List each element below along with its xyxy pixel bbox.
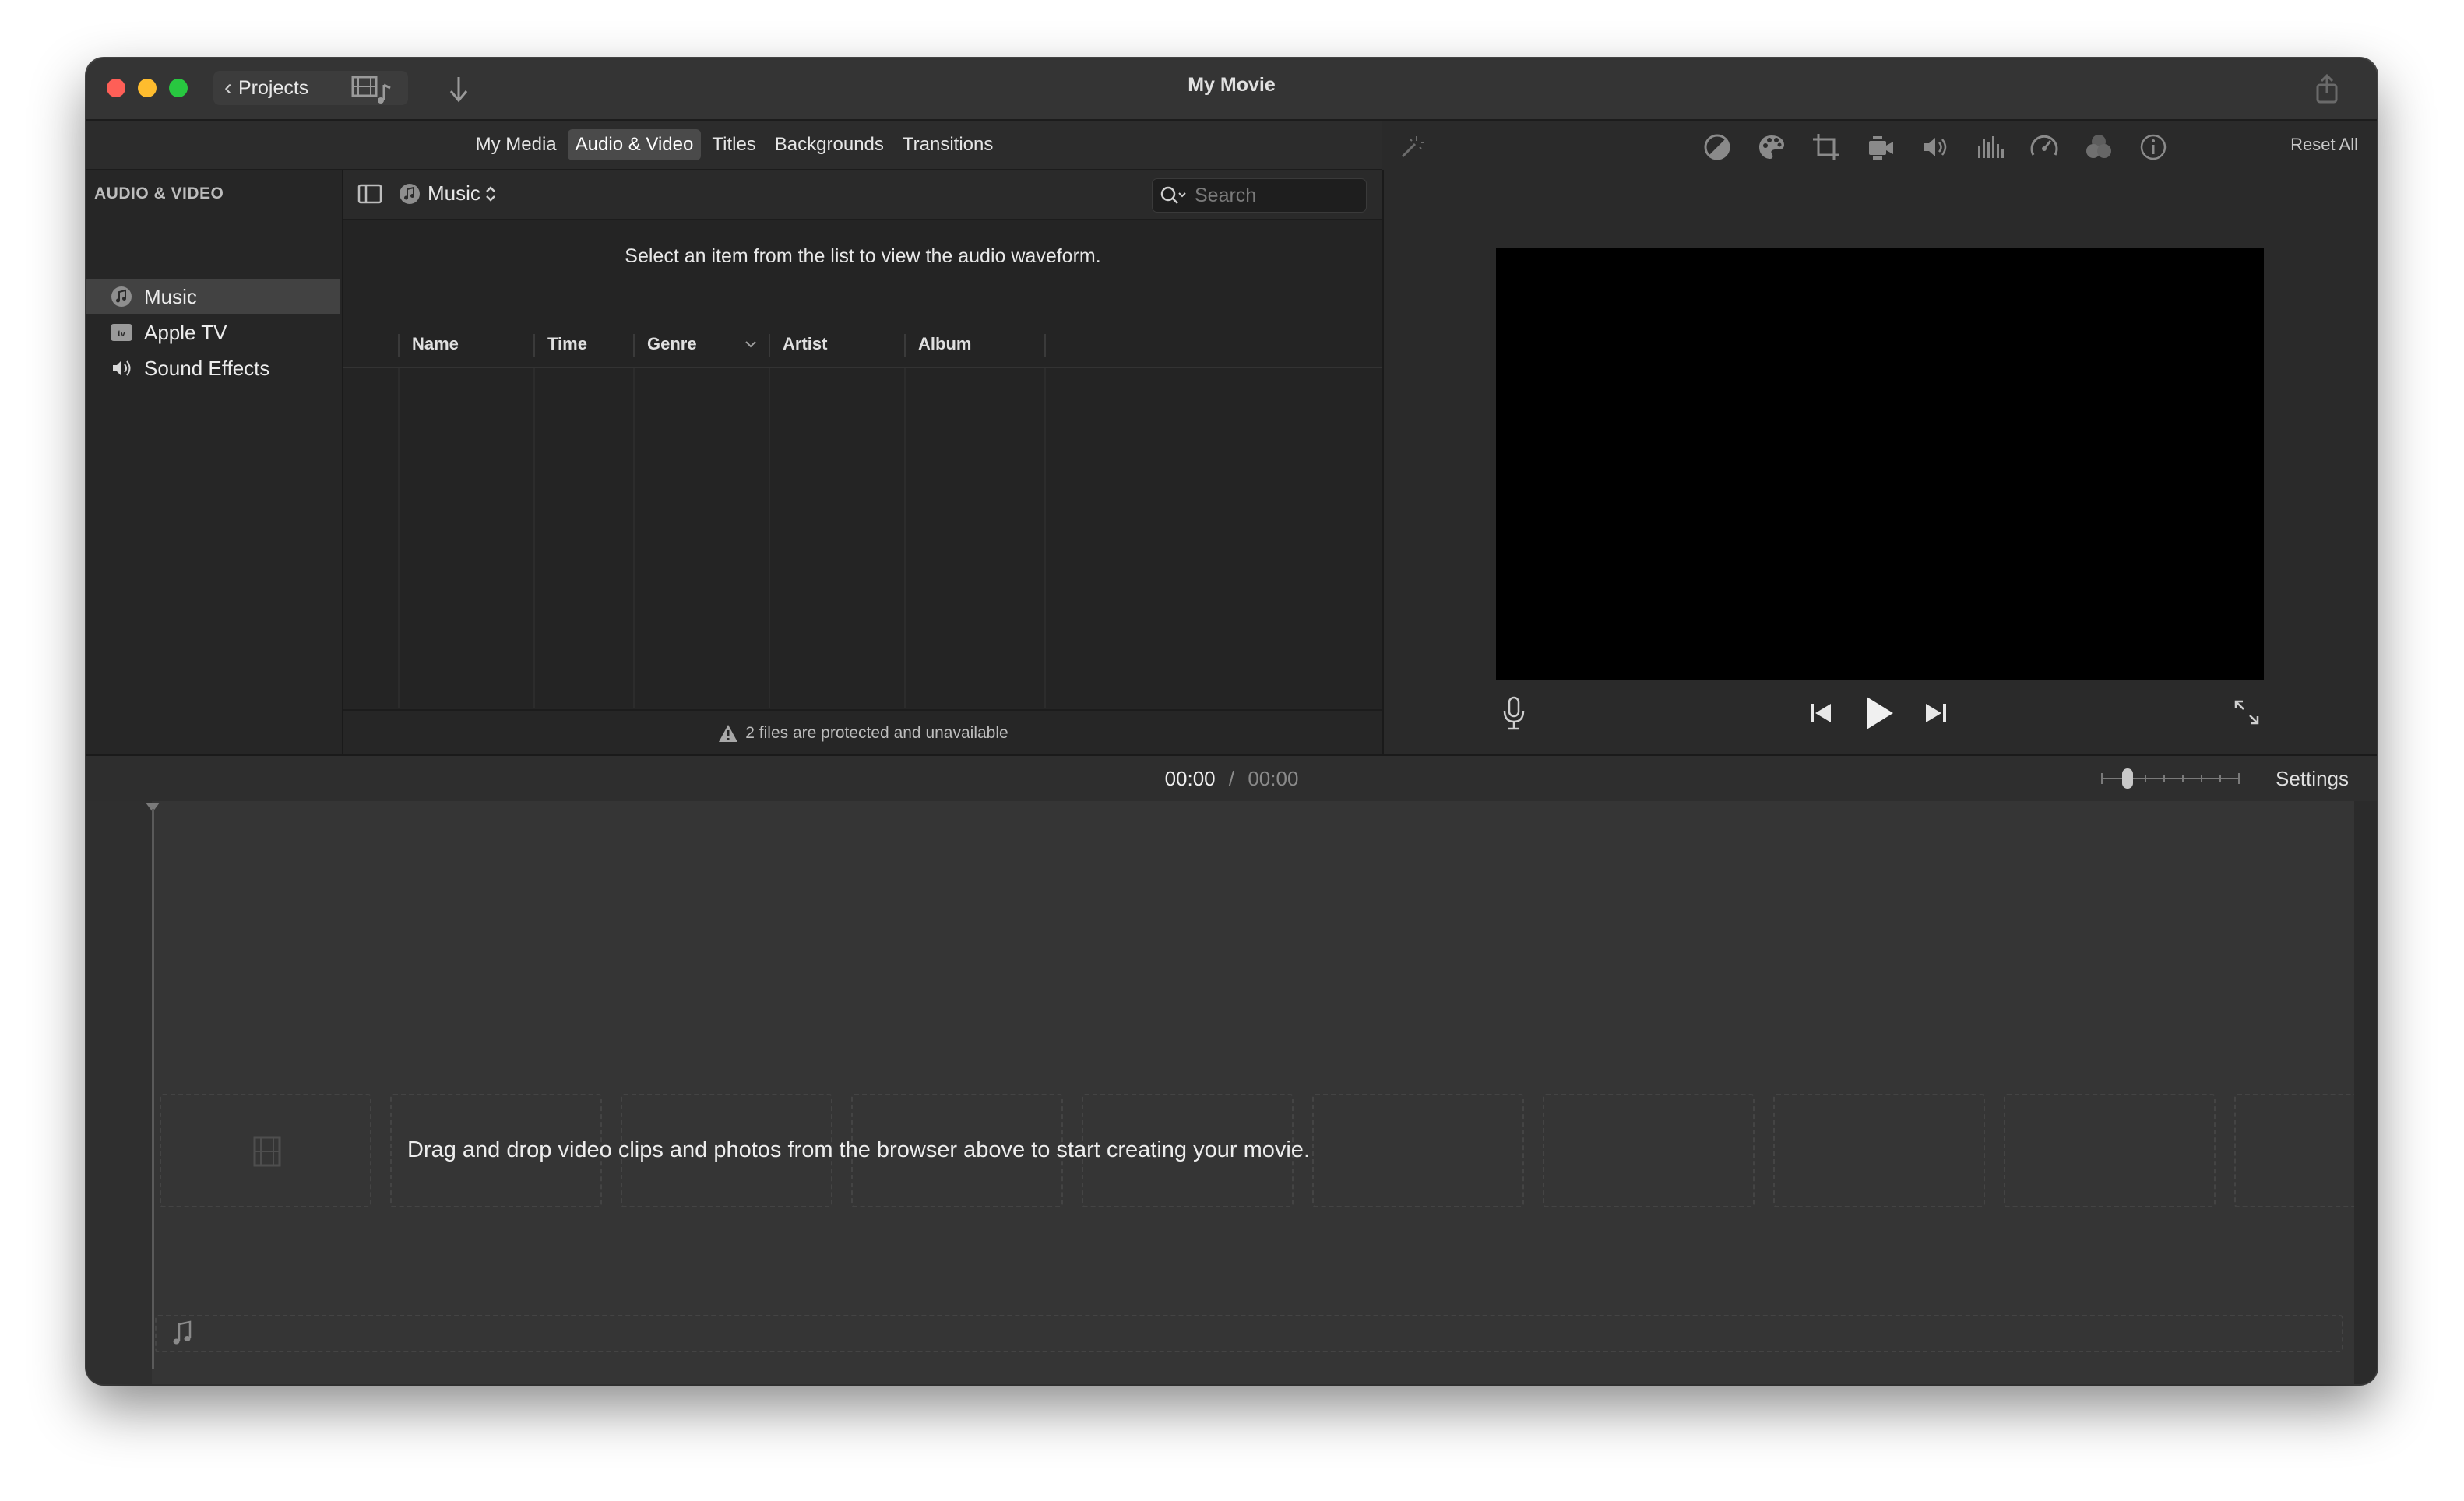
play-icon[interactable] — [1860, 694, 1896, 733]
library-sidebar: AUDIO & VIDEO Music tv Apple TV Sound Ef… — [86, 170, 343, 754]
skip-forward-icon[interactable] — [1921, 700, 1949, 726]
window-title: My Movie — [1188, 74, 1276, 96]
playhead[interactable] — [152, 809, 154, 1369]
column-header-artist[interactable]: Artist — [783, 334, 827, 354]
time-separator: / — [1228, 767, 1235, 790]
browser-toolbar: Music — [343, 170, 1382, 220]
clip-placeholder — [1543, 1094, 1755, 1207]
music-table-header: Name Time Genre Artist Album — [343, 323, 1382, 368]
timeline-drop-message: Drag and drop video clips and photos fro… — [407, 1137, 1310, 1162]
tab-transitions[interactable]: Transitions — [895, 129, 1001, 160]
music-icon — [400, 183, 420, 204]
waveform-message: Select an item from the list to view the… — [625, 245, 1101, 267]
search-field[interactable] — [1152, 178, 1367, 213]
skip-back-icon[interactable] — [1808, 700, 1836, 726]
column-header-time[interactable]: Time — [547, 334, 587, 354]
tab-backgrounds[interactable]: Backgrounds — [767, 129, 892, 160]
column-divider — [769, 368, 770, 708]
column-separator — [769, 334, 770, 357]
current-time: 00:00 — [1164, 767, 1216, 790]
column-divider — [633, 368, 635, 708]
column-separator — [1044, 334, 1046, 357]
clip-placeholder — [2004, 1094, 2216, 1207]
music-icon — [111, 286, 132, 307]
apple-tv-icon: tv — [111, 324, 132, 341]
sidebar-item-label: Sound Effects — [144, 356, 270, 380]
tab-my-media[interactable]: My Media — [468, 129, 565, 160]
sidebar-toggle-icon[interactable] — [357, 183, 382, 205]
imovie-window: ‹ Projects My Movie My Media Audio & Vid… — [86, 58, 2377, 1384]
filter-icon[interactable] — [2083, 132, 2114, 163]
column-divider — [904, 368, 906, 708]
equalizer-icon[interactable] — [1974, 132, 2005, 163]
column-separator — [633, 334, 635, 357]
crop-icon[interactable] — [1811, 132, 1842, 163]
column-header-album[interactable]: Album — [918, 334, 971, 354]
share-icon[interactable] — [2313, 72, 2341, 105]
status-text: 2 files are protected and unavailable — [745, 724, 1008, 742]
warning-icon — [719, 725, 738, 742]
column-separator — [533, 334, 535, 357]
stabilization-icon[interactable] — [1865, 132, 1896, 163]
color-correction-icon[interactable] — [1756, 132, 1787, 163]
source-select[interactable]: Music — [398, 181, 498, 206]
search-input[interactable] — [1193, 183, 1352, 208]
svg-text:tv: tv — [118, 329, 126, 339]
music-note-icon — [173, 1320, 192, 1345]
tab-audio-video[interactable]: Audio & Video — [567, 129, 702, 160]
sidebar-item-music[interactable]: Music — [86, 279, 340, 314]
sidebar-item-sound-effects[interactable]: Sound Effects — [86, 351, 340, 385]
sidebar-item-label: Apple TV — [144, 320, 227, 344]
column-separator — [398, 334, 400, 357]
audio-browser: Music Select an item from the list to vi… — [343, 170, 1384, 756]
column-divider — [1044, 368, 1046, 708]
color-balance-icon[interactable] — [1702, 132, 1733, 163]
timeline-settings-button[interactable]: Settings — [2276, 767, 2349, 791]
speed-icon[interactable] — [2029, 132, 2060, 163]
audio-track-placeholder — [155, 1315, 2343, 1352]
viewer-pane: Reset All — [1384, 121, 2377, 754]
clip-placeholder — [2234, 1094, 2359, 1207]
sidebar-item-apple-tv[interactable]: tv Apple TV — [86, 315, 340, 350]
search-icon — [1160, 186, 1186, 204]
column-divider — [398, 368, 400, 708]
sidebar-title: AUDIO & VIDEO — [94, 185, 224, 202]
up-down-chevron-icon — [486, 185, 495, 202]
column-divider — [533, 368, 535, 708]
timeline-toolbar: 00:00 / 00:00 Settings — [86, 754, 2377, 803]
timecode: 00:00 / 00:00 — [86, 767, 2377, 791]
adjustment-toolbar — [1384, 132, 2377, 166]
sidebar-item-label: Music — [144, 284, 197, 308]
source-select-label: Music — [428, 181, 480, 205]
timeline-scrollbar[interactable] — [2354, 801, 2377, 1384]
timeline-zoom-slider[interactable] — [2099, 767, 2242, 790]
browser-tab-bar: My Media Audio & Video Titles Background… — [86, 121, 1382, 170]
film-strip-icon — [253, 1136, 281, 1167]
timeline[interactable]: Drag and drop video clips and photos fro… — [86, 801, 2359, 1384]
clip-placeholder — [1312, 1094, 1524, 1207]
total-time: 00:00 — [1248, 767, 1299, 790]
info-icon[interactable] — [2138, 132, 2169, 163]
sort-chevron-icon[interactable] — [744, 339, 758, 350]
title-bar: ‹ Projects My Movie — [86, 58, 2377, 121]
clip-placeholder — [1773, 1094, 1985, 1207]
video-preview — [1496, 248, 2264, 680]
column-header-name[interactable]: Name — [412, 334, 459, 354]
status-bar: 2 files are protected and unavailable — [343, 709, 1382, 756]
reset-all-button[interactable]: Reset All — [2290, 135, 2358, 155]
timeline-gutter — [86, 801, 152, 1384]
speaker-icon — [113, 360, 131, 376]
fullscreen-icon[interactable] — [2231, 697, 2262, 728]
column-separator — [904, 334, 906, 357]
column-header-genre[interactable]: Genre — [647, 334, 697, 354]
microphone-icon[interactable] — [1501, 695, 1527, 731]
tab-titles[interactable]: Titles — [704, 129, 763, 160]
volume-icon[interactable] — [1920, 132, 1951, 163]
